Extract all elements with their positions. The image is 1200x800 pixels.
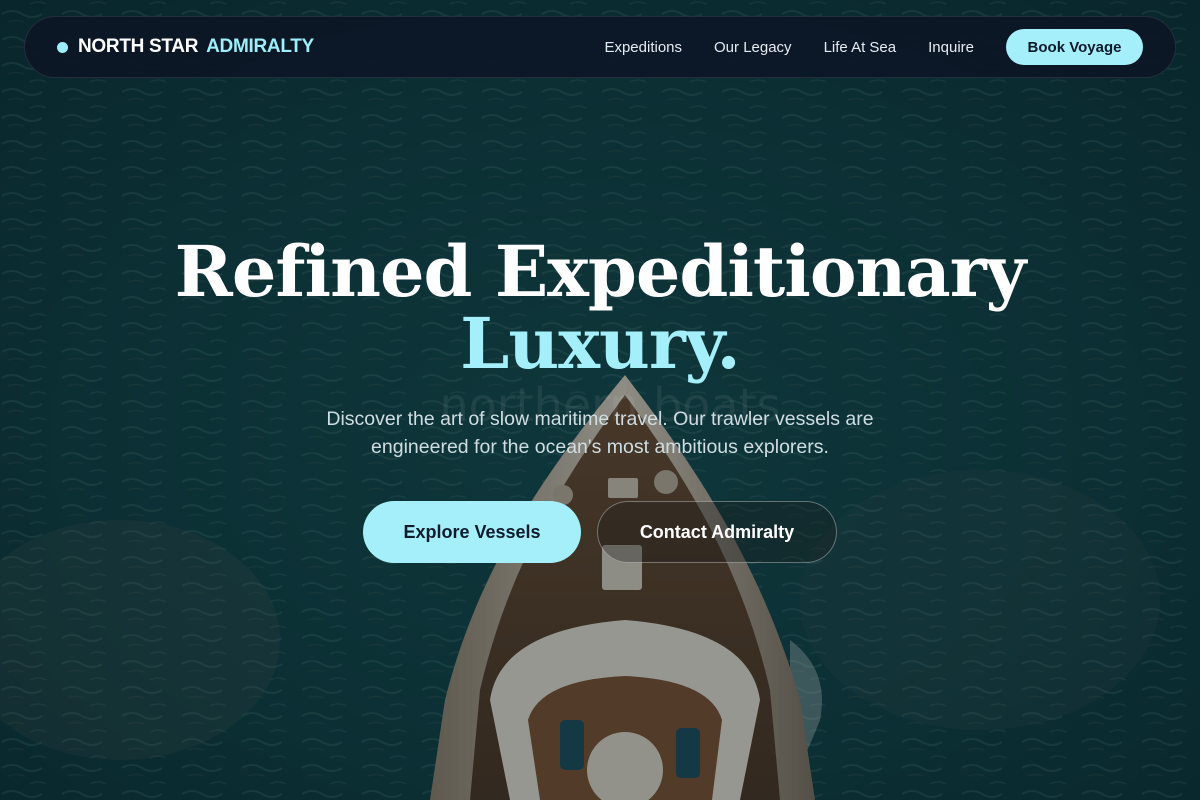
book-voyage-button[interactable]: Book Voyage (1006, 29, 1143, 65)
nav-link-expeditions[interactable]: Expeditions (604, 39, 682, 56)
hero-subtitle: Discover the art of slow maritime travel… (326, 408, 874, 458)
nav-link-our-legacy[interactable]: Our Legacy (714, 39, 792, 56)
hero-title: Refined Expeditionary Luxury. (0, 236, 1200, 380)
status-dot-icon (57, 41, 68, 53)
hero-title-line2: Luxury. (460, 302, 741, 385)
top-navbar: NORTH STAR ADMIRALTY Expeditions Our Leg… (24, 16, 1176, 78)
brand-name-accent: ADMIRALTY (206, 36, 314, 57)
explore-vessels-button[interactable]: Explore Vessels (363, 501, 581, 563)
hero-title-line1: Refined Expeditionary (174, 230, 1027, 313)
nav-link-life-at-sea[interactable]: Life At Sea (824, 39, 897, 56)
nav-links: Expeditions Our Legacy Life At Sea Inqui… (604, 39, 974, 56)
contact-admiralty-button[interactable]: Contact Admiralty (597, 501, 837, 563)
nav-link-inquire[interactable]: Inquire (928, 39, 974, 56)
brand-logo[interactable]: NORTH STAR ADMIRALTY (57, 36, 314, 58)
brand-name-main: NORTH STAR (78, 36, 199, 57)
